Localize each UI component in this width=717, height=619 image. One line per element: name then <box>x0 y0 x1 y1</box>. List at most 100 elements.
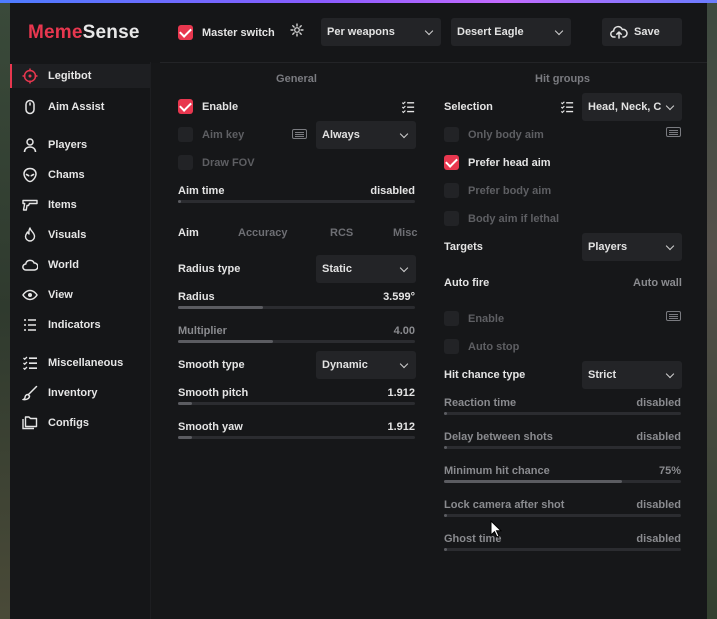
flame-icon <box>24 227 36 242</box>
user-icon <box>23 138 37 153</box>
selection-select[interactable]: Head, Neck, C <box>582 93 682 121</box>
smooth-pitch-value: 1.912 <box>387 387 415 399</box>
delay-between-shots-slider[interactable] <box>444 446 681 449</box>
aim-time-label: Aim time <box>178 185 225 197</box>
sidebar-item-miscellaneous[interactable]: Miscellaneous <box>10 351 150 375</box>
auto-wall-label[interactable]: Auto wall <box>633 277 682 289</box>
gear-icon[interactable] <box>290 23 304 37</box>
tab-rcs[interactable]: RCS <box>330 227 353 239</box>
sidebar-item-label: Items <box>48 199 77 211</box>
cloud-icon <box>22 259 38 271</box>
save-label: Save <box>634 26 660 38</box>
reaction-time-slider[interactable] <box>444 412 681 415</box>
save-button[interactable]: Save <box>602 18 682 46</box>
minimum-hit-chance-slider[interactable] <box>444 480 681 483</box>
prefer-head-aim-checkbox[interactable] <box>444 155 459 170</box>
gun-icon <box>22 199 38 211</box>
folders-icon <box>22 416 38 430</box>
only-body-aim-label: Only body aim <box>468 129 544 141</box>
auto-fire-label[interactable]: Auto fire <box>444 277 489 289</box>
aim-key-mode-value: Always <box>322 129 360 141</box>
slider-fill <box>178 402 193 405</box>
sidebar-item-world[interactable]: World <box>10 253 150 277</box>
smooth-yaw-value: 1.912 <box>387 421 415 433</box>
keyboard-icon[interactable] <box>292 129 307 139</box>
general-section-title: General <box>276 73 317 85</box>
alien-icon <box>23 167 37 183</box>
smooth-pitch-slider[interactable] <box>178 402 415 405</box>
sidebar-item-legitbot[interactable]: Legitbot <box>10 64 150 88</box>
keyboard-icon[interactable] <box>666 311 681 321</box>
slider-fill <box>444 446 447 449</box>
aim-key-checkbox[interactable] <box>178 127 193 142</box>
reaction-time-label: Reaction time <box>444 397 517 409</box>
lock-camera-label: Lock camera after shot <box>444 499 565 511</box>
multiplier-slider[interactable] <box>178 340 415 343</box>
slider-fill <box>444 412 447 415</box>
draw-fov-checkbox[interactable] <box>178 155 193 170</box>
brand-logo: MemeSense <box>28 22 140 44</box>
master-switch-checkbox[interactable] <box>178 25 193 40</box>
brush-icon <box>22 385 38 401</box>
eye-icon <box>22 289 38 301</box>
slider-fill <box>178 200 181 203</box>
auto-fire-enable-checkbox[interactable] <box>444 311 459 326</box>
multiplier-value: 4.00 <box>393 325 415 337</box>
targets-select[interactable]: Players <box>582 233 682 261</box>
sidebar-item-label: Miscellaneous <box>48 357 124 369</box>
menu-window: MemeSense Master switch Per weapons Dese… <box>10 3 707 619</box>
checklist-icon[interactable] <box>401 100 415 114</box>
sidebar-item-indicators[interactable]: Indicators <box>10 313 150 337</box>
auto-fire-enable-label: Enable <box>468 313 505 325</box>
background-left <box>0 0 10 619</box>
hit-chance-type-label: Hit chance type <box>444 369 526 381</box>
body-aim-if-lethal-checkbox[interactable] <box>444 211 459 226</box>
sidebar-item-label: Aim Assist <box>48 101 105 113</box>
aim-time-slider[interactable] <box>178 200 415 203</box>
radius-type-select[interactable]: Static <box>316 255 416 283</box>
targets-value: Players <box>588 241 628 253</box>
sidebar-item-aim-assist[interactable]: Aim Assist <box>10 95 150 119</box>
sidebar-item-configs[interactable]: Configs <box>10 411 150 435</box>
header-divider <box>160 62 707 63</box>
sidebar-item-label: Players <box>48 139 88 151</box>
sidebar-item-inventory[interactable]: Inventory <box>10 381 150 405</box>
aim-key-mode-select[interactable]: Always <box>316 121 416 149</box>
sidebar-item-label: Inventory <box>48 387 98 399</box>
checklist-icon[interactable] <box>560 100 574 114</box>
sidebar-item-players[interactable]: Players <box>10 133 150 157</box>
smooth-yaw-slider[interactable] <box>178 436 415 439</box>
smooth-yaw-label: Smooth yaw <box>178 421 243 433</box>
auto-stop-checkbox[interactable] <box>444 339 459 354</box>
background-right <box>707 0 717 619</box>
tab-misc[interactable]: Misc <box>393 227 417 239</box>
brand-part2: Sense <box>82 22 140 43</box>
lock-camera-slider[interactable] <box>444 514 681 517</box>
tab-aim[interactable]: Aim <box>178 227 199 239</box>
keyboard-icon[interactable] <box>666 127 681 137</box>
prefer-body-aim-checkbox[interactable] <box>444 183 459 198</box>
sidebar-item-label: Chams <box>48 169 85 181</box>
sidebar-item-items[interactable]: Items <box>10 193 150 217</box>
radius-slider[interactable] <box>178 306 415 309</box>
sidebar-item-visuals[interactable]: Visuals <box>10 223 150 247</box>
tab-accuracy[interactable]: Accuracy <box>238 227 288 239</box>
enable-checkbox[interactable] <box>178 99 193 114</box>
smooth-type-select[interactable]: Dynamic <box>316 351 416 379</box>
delay-between-shots-label: Delay between shots <box>444 431 553 443</box>
hit-chance-type-select[interactable]: Strict <box>582 361 682 389</box>
weapon-group-value: Per weapons <box>327 26 395 38</box>
aim-time-value: disabled <box>370 185 415 197</box>
prefer-head-aim-label: Prefer head aim <box>468 157 551 169</box>
sidebar-item-chams[interactable]: Chams <box>10 163 150 187</box>
slider-fill <box>178 306 264 309</box>
prefer-body-aim-label: Prefer body aim <box>468 185 552 197</box>
weapon-select[interactable]: Desert Eagle <box>451 18 571 46</box>
sidebar-item-view[interactable]: View <box>10 283 150 307</box>
slider-fill <box>178 340 273 343</box>
ghost-time-slider[interactable] <box>444 548 681 551</box>
lock-camera-value: disabled <box>636 499 681 511</box>
weapon-group-select[interactable]: Per weapons <box>321 18 441 46</box>
only-body-aim-checkbox[interactable] <box>444 127 459 142</box>
minimum-hit-chance-value: 75% <box>658 465 681 477</box>
